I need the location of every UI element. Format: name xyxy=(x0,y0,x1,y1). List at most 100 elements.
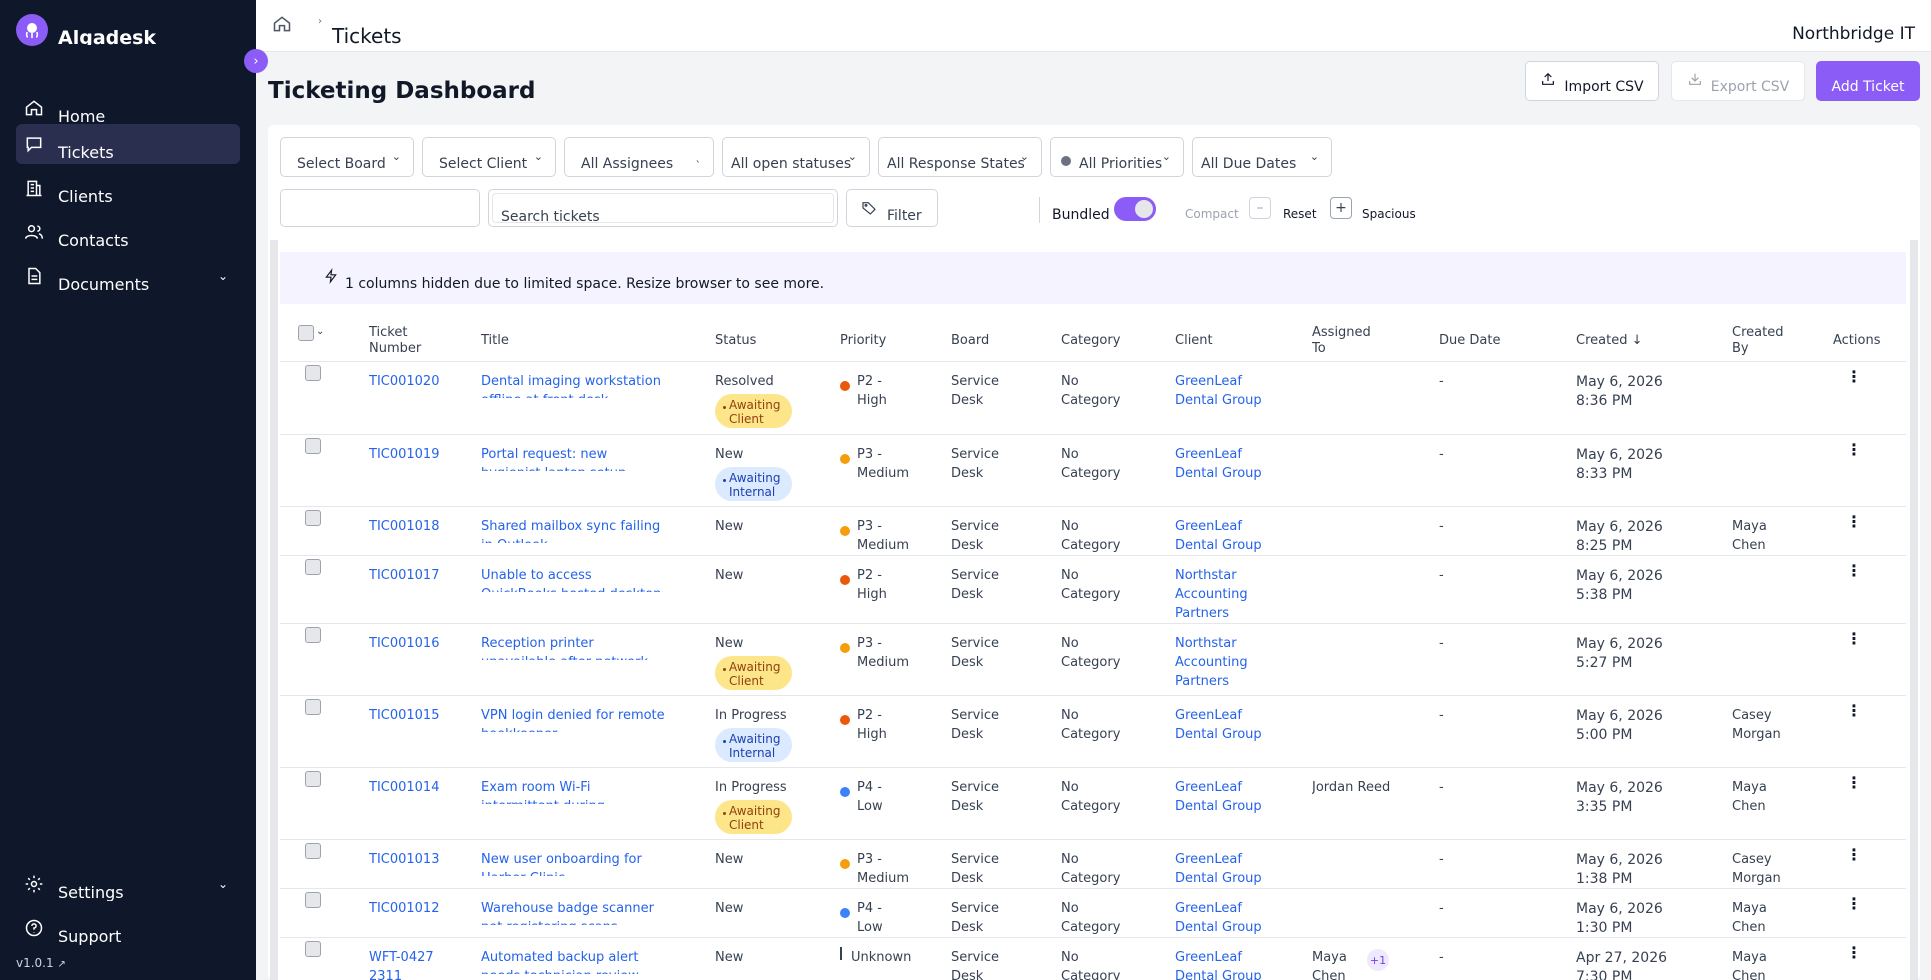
client-link[interactable]: GreenLeaf Dental Group xyxy=(1175,517,1262,555)
due-date-select[interactable]: All Due Dates ⌄ xyxy=(1192,137,1332,177)
priority-select[interactable]: All Priorities ⌄ xyxy=(1050,137,1184,177)
created-by-text: Maya Chen xyxy=(1732,950,1767,980)
client-link[interactable]: Northstar Accounting Partners xyxy=(1175,566,1248,623)
ticket-number-link[interactable]: TIC001017 xyxy=(369,566,439,585)
col-board[interactable]: Board xyxy=(951,333,989,349)
row-checkbox[interactable] xyxy=(305,892,321,908)
col-title[interactable]: Title xyxy=(481,333,509,349)
status-select[interactable]: All open statuses ⌄ xyxy=(722,137,870,177)
row-checkbox[interactable] xyxy=(305,559,321,575)
version-label[interactable]: v1.0.1 ↗ xyxy=(16,956,66,970)
bundled-toggle[interactable] xyxy=(1114,197,1156,221)
row-actions-kebab-icon[interactable]: ⋮ xyxy=(1846,943,1862,962)
row-actions-kebab-icon[interactable]: ⋮ xyxy=(1846,629,1862,648)
compact-button[interactable]: – xyxy=(1249,197,1271,219)
chevron-down-icon[interactable]: ⌄ xyxy=(218,877,228,891)
search-input[interactable]: Search tickets xyxy=(488,189,838,227)
brand[interactable]: Algadesk xyxy=(16,14,156,46)
col-created[interactable]: Created ↓ xyxy=(1576,333,1642,349)
row-checkbox[interactable] xyxy=(305,365,321,381)
col-status[interactable]: Status xyxy=(715,333,756,349)
response-state-select[interactable]: All Response States ⌄ xyxy=(878,137,1042,177)
row-checkbox[interactable] xyxy=(305,627,321,643)
due-date-text: - xyxy=(1439,708,1444,723)
organization-name[interactable]: Northbridge IT xyxy=(1792,24,1915,44)
row-checkbox[interactable] xyxy=(305,843,321,859)
sidebar-item-home[interactable]: Home xyxy=(16,88,240,128)
col-client[interactable]: Client xyxy=(1175,333,1213,349)
row-checkbox[interactable] xyxy=(305,699,321,715)
ticket-number-link[interactable]: TIC001019 xyxy=(369,445,439,464)
row-actions-kebab-icon[interactable]: ⋮ xyxy=(1846,367,1862,386)
col-category[interactable]: Category xyxy=(1061,333,1120,349)
ticket-title-link[interactable]: Reception printer unavailable after netw… xyxy=(481,634,666,660)
sidebar-item-documents[interactable]: Documents ⌄ xyxy=(16,256,240,296)
ticket-title-link[interactable]: New user onboarding for Harbor Clinic xyxy=(481,850,666,876)
client-link[interactable]: GreenLeaf Dental Group xyxy=(1175,445,1262,483)
row-actions-kebab-icon[interactable]: ⋮ xyxy=(1846,773,1862,792)
chevron-down-icon[interactable]: ⌄ xyxy=(316,326,324,337)
export-csv-button[interactable]: Export CSV xyxy=(1671,61,1805,101)
col-assigned-to[interactable]: Assigned To xyxy=(1312,325,1382,357)
home-icon[interactable] xyxy=(272,14,294,36)
add-ticket-button[interactable]: Add Ticket xyxy=(1816,61,1920,101)
row-actions-kebab-icon[interactable]: ⋮ xyxy=(1846,894,1862,913)
row-checkbox[interactable] xyxy=(305,941,321,957)
ticket-title-link[interactable]: Shared mailbox sync failing in Outlook xyxy=(481,517,666,543)
row-checkbox[interactable] xyxy=(305,438,321,454)
sidebar-item-settings[interactable]: Settings ⌄ xyxy=(16,864,240,904)
row-actions-kebab-icon[interactable]: ⋮ xyxy=(1846,845,1862,864)
client-link[interactable]: Northstar Accounting Partners xyxy=(1175,634,1248,691)
spacious-button[interactable]: + xyxy=(1330,197,1352,219)
ticket-number-link[interactable]: TIC001016 xyxy=(369,634,439,653)
client-link[interactable]: GreenLeaf Dental Group xyxy=(1175,899,1262,937)
additional-assignees-badge[interactable]: +1 xyxy=(1367,949,1389,971)
select-all-checkbox[interactable] xyxy=(298,325,314,341)
client-link[interactable]: GreenLeaf Dental Group xyxy=(1175,948,1262,980)
filter-button[interactable]: Filter xyxy=(846,189,938,227)
col-created-by[interactable]: Created By xyxy=(1732,325,1792,357)
row-actions-kebab-icon[interactable]: ⋮ xyxy=(1846,701,1862,720)
assignees-select[interactable]: All Assignees ˎ xyxy=(564,137,714,177)
sidebar-item-clients[interactable]: Clients xyxy=(16,168,240,208)
ticket-title-link[interactable]: Dental imaging workstation offline at fr… xyxy=(481,372,666,398)
col-priority[interactable]: Priority xyxy=(840,333,886,349)
row-actions-kebab-icon[interactable]: ⋮ xyxy=(1846,440,1862,459)
row-checkbox[interactable] xyxy=(305,771,321,787)
ticket-number-link[interactable]: TIC001018 xyxy=(369,517,439,536)
col-ticket-number[interactable]: Ticket Number xyxy=(369,325,429,357)
client-link[interactable]: GreenLeaf Dental Group xyxy=(1175,850,1262,888)
sidebar-item-contacts[interactable]: Contacts xyxy=(16,212,240,252)
ticket-title-link[interactable]: Portal request: new hygienist laptop set… xyxy=(481,445,666,471)
sidebar-item-support[interactable]: Support xyxy=(16,908,240,948)
ticket-title-link[interactable]: Unable to access QuickBooks hosted deskt… xyxy=(481,566,666,592)
ticket-number-link[interactable]: WFT-0427 2311 xyxy=(369,948,434,980)
ticket-title-link[interactable]: VPN login denied for remote bookkeeper xyxy=(481,706,666,732)
import-csv-button[interactable]: Import CSV xyxy=(1525,61,1659,101)
ticket-number-link[interactable]: TIC001012 xyxy=(369,899,439,918)
client-link[interactable]: GreenLeaf Dental Group xyxy=(1175,778,1262,816)
board-text: Service Desk xyxy=(951,447,1000,481)
quick-filter-input[interactable] xyxy=(280,189,480,227)
reset-button[interactable]: Reset xyxy=(1283,207,1317,221)
client-link[interactable]: GreenLeaf Dental Group xyxy=(1175,372,1262,410)
ticket-title-link[interactable]: Exam room Wi-Fi intermittent during appo… xyxy=(481,778,666,804)
ticket-number-link[interactable]: TIC001014 xyxy=(369,778,439,797)
row-actions-kebab-icon[interactable]: ⋮ xyxy=(1846,512,1862,531)
sidebar-item-tickets[interactable]: Tickets xyxy=(16,124,240,164)
priority-dot-icon xyxy=(840,643,850,653)
ticket-number-link[interactable]: TIC001013 xyxy=(369,850,439,869)
ticket-title-link[interactable]: Automated backup alert needs technician … xyxy=(481,948,666,974)
chevron-down-icon[interactable]: ⌄ xyxy=(218,269,228,283)
row-checkbox[interactable] xyxy=(305,510,321,526)
ticket-number-link[interactable]: TIC001015 xyxy=(369,706,439,725)
row-actions-kebab-icon[interactable]: ⋮ xyxy=(1846,561,1862,580)
version-text: v1.0.1 xyxy=(16,956,54,970)
board-select[interactable]: Select Board ⌄ xyxy=(280,137,414,177)
client-link[interactable]: GreenLeaf Dental Group xyxy=(1175,706,1262,744)
col-due-date[interactable]: Due Date xyxy=(1439,333,1500,349)
ticket-number-link[interactable]: TIC001020 xyxy=(369,372,439,391)
sidebar-toggle-button[interactable]: › xyxy=(244,49,268,73)
client-select[interactable]: Select Client ⌄ xyxy=(422,137,556,177)
ticket-title-link[interactable]: Warehouse badge scanner not registering … xyxy=(481,899,666,925)
